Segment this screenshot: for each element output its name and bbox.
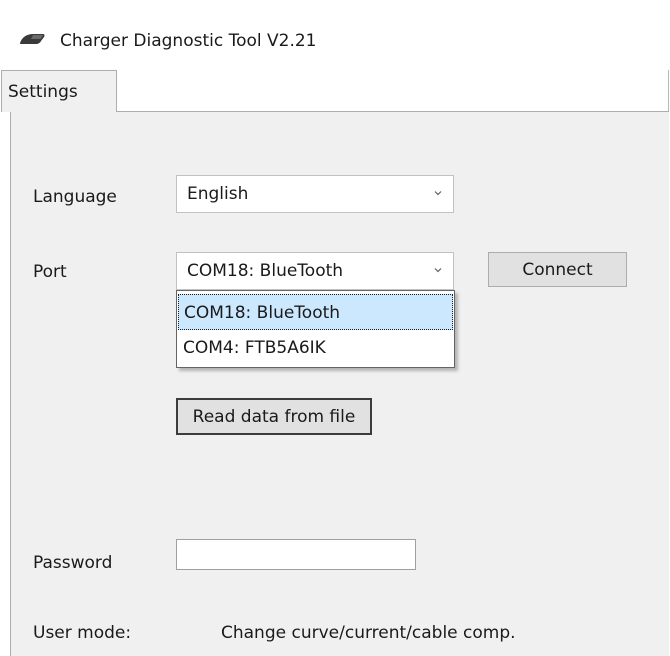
port-option-com4[interactable]: COM4: FTB5A6IK [178, 330, 453, 366]
port-label: Port [33, 262, 67, 282]
connect-button[interactable]: Connect [488, 252, 627, 287]
tab-settings[interactable]: Settings [1, 70, 117, 112]
language-value: English [187, 184, 249, 204]
password-input[interactable] [176, 539, 416, 570]
title-bar: Charger Diagnostic Tool V2.21 [0, 0, 669, 70]
password-label: Password [33, 553, 113, 573]
port-option-com18[interactable]: COM18: BlueTooth [178, 294, 453, 330]
charger-plug-icon [19, 34, 45, 44]
language-combobox[interactable]: English [176, 175, 454, 213]
port-option-label: COM18: BlueTooth [184, 303, 341, 323]
language-label: Language [33, 187, 117, 207]
port-combobox[interactable]: COM18: BlueTooth [176, 252, 454, 290]
read-data-from-file-button[interactable]: Read data from file [176, 398, 372, 435]
port-option-label: COM4: FTB5A6IK [183, 338, 326, 358]
window-title: Charger Diagnostic Tool V2.21 [60, 31, 317, 51]
port-dropdown-list: COM18: BlueTooth COM4: FTB5A6IK [176, 290, 455, 368]
tab-settings-label: Settings [8, 82, 78, 102]
user-mode-label: User mode: [33, 623, 132, 643]
chevron-down-icon [434, 268, 442, 273]
chevron-down-icon [434, 191, 442, 196]
app-window: Charger Diagnostic Tool V2.21 Settings L… [0, 0, 669, 656]
user-mode-value: Change curve/current/cable comp. [221, 623, 516, 643]
port-value: COM18: BlueTooth [187, 261, 344, 281]
read-data-from-file-label: Read data from file [192, 406, 356, 427]
